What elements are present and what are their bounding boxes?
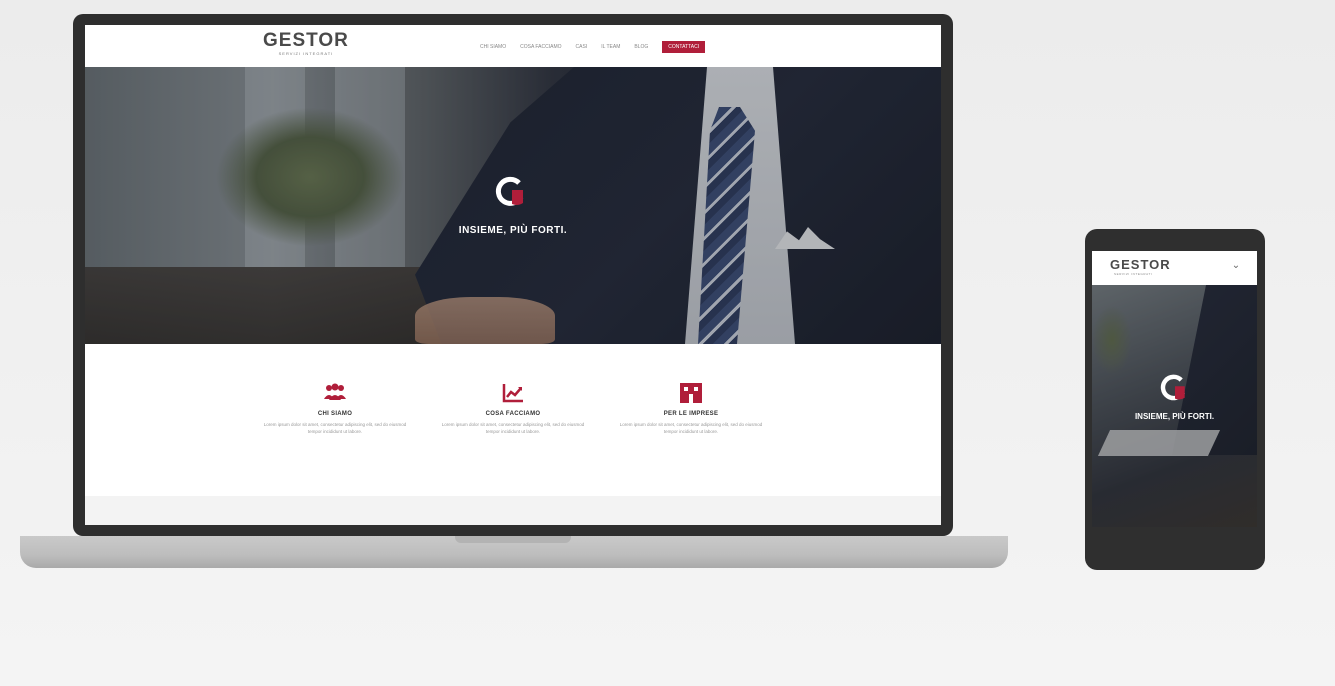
features-section: Chi siamo Lorem ipsum dolor sit amet, co… (85, 344, 941, 496)
gestor-mark-icon (495, 176, 524, 206)
phone-logo-subtitle: SERVIZI INTEGRATI (1114, 272, 1153, 276)
feature-title: Chi siamo (317, 411, 353, 417)
chevron-down-icon[interactable]: ⌄ (1230, 260, 1242, 272)
team-icon (324, 383, 346, 400)
feature-card: Chi siamo Lorem ipsum dolor sit amet, co… (260, 382, 410, 435)
gestor-mark-icon (1160, 374, 1185, 401)
laptop-notch (455, 536, 571, 543)
laptop-screen: GESTOR SERVIZI INTEGRATI Chi siamo Cosa … (85, 25, 941, 525)
contact-button[interactable]: Contattaci (662, 41, 706, 53)
phone-site-header: GESTOR SERVIZI INTEGRATI ⌄ (1092, 251, 1257, 285)
feature-title: Cosa facciamo (485, 411, 541, 417)
phone-screen: GESTOR SERVIZI INTEGRATI ⌄ INSIEME, PIÙ … (1092, 251, 1257, 527)
nav-item[interactable]: Il team (601, 44, 620, 50)
site-logo[interactable]: GESTOR SERVIZI INTEGRATI (263, 30, 349, 57)
footer-strip (85, 496, 941, 525)
nav-item[interactable]: Blog (634, 44, 648, 50)
feature-text: Lorem ipsum dolor sit amet, consectetur … (263, 422, 407, 434)
feature-title: Per le imprese (663, 411, 719, 417)
nav-item[interactable]: Casi (576, 44, 588, 50)
feature-card: Per le imprese Lorem ipsum dolor sit ame… (616, 382, 766, 435)
site-header: GESTOR SERVIZI INTEGRATI Chi siamo Cosa … (85, 25, 941, 68)
main-nav: Chi siamo Cosa facciamo Casi Il team Blo… (480, 41, 706, 53)
feature-text: Lorem ipsum dolor sit amet, consectetur … (441, 422, 585, 434)
phone-hero-banner: INSIEME, PIÙ FORTI. (1092, 285, 1257, 527)
hero-banner: INSIEME, PIÙ FORTI. (85, 67, 941, 344)
logo-subtitle: SERVIZI INTEGRATI (278, 51, 334, 56)
feature-text: Lorem ipsum dolor sit amet, consectetur … (619, 422, 763, 434)
growth-chart-icon (502, 384, 523, 403)
nav-item[interactable]: Cosa facciamo (520, 44, 561, 50)
hero-overlay (1092, 285, 1257, 527)
hero-tagline: INSIEME, PIÙ FORTI. (458, 225, 568, 236)
business-icon (680, 383, 702, 403)
phone-logo-text[interactable]: GESTOR (1110, 257, 1171, 272)
logo-text: GESTOR (263, 30, 349, 51)
nav-item[interactable]: Chi siamo (480, 44, 506, 50)
phone-hero-tagline: INSIEME, PIÙ FORTI. (1134, 412, 1215, 421)
feature-card: Cosa facciamo Lorem ipsum dolor sit amet… (438, 382, 588, 435)
